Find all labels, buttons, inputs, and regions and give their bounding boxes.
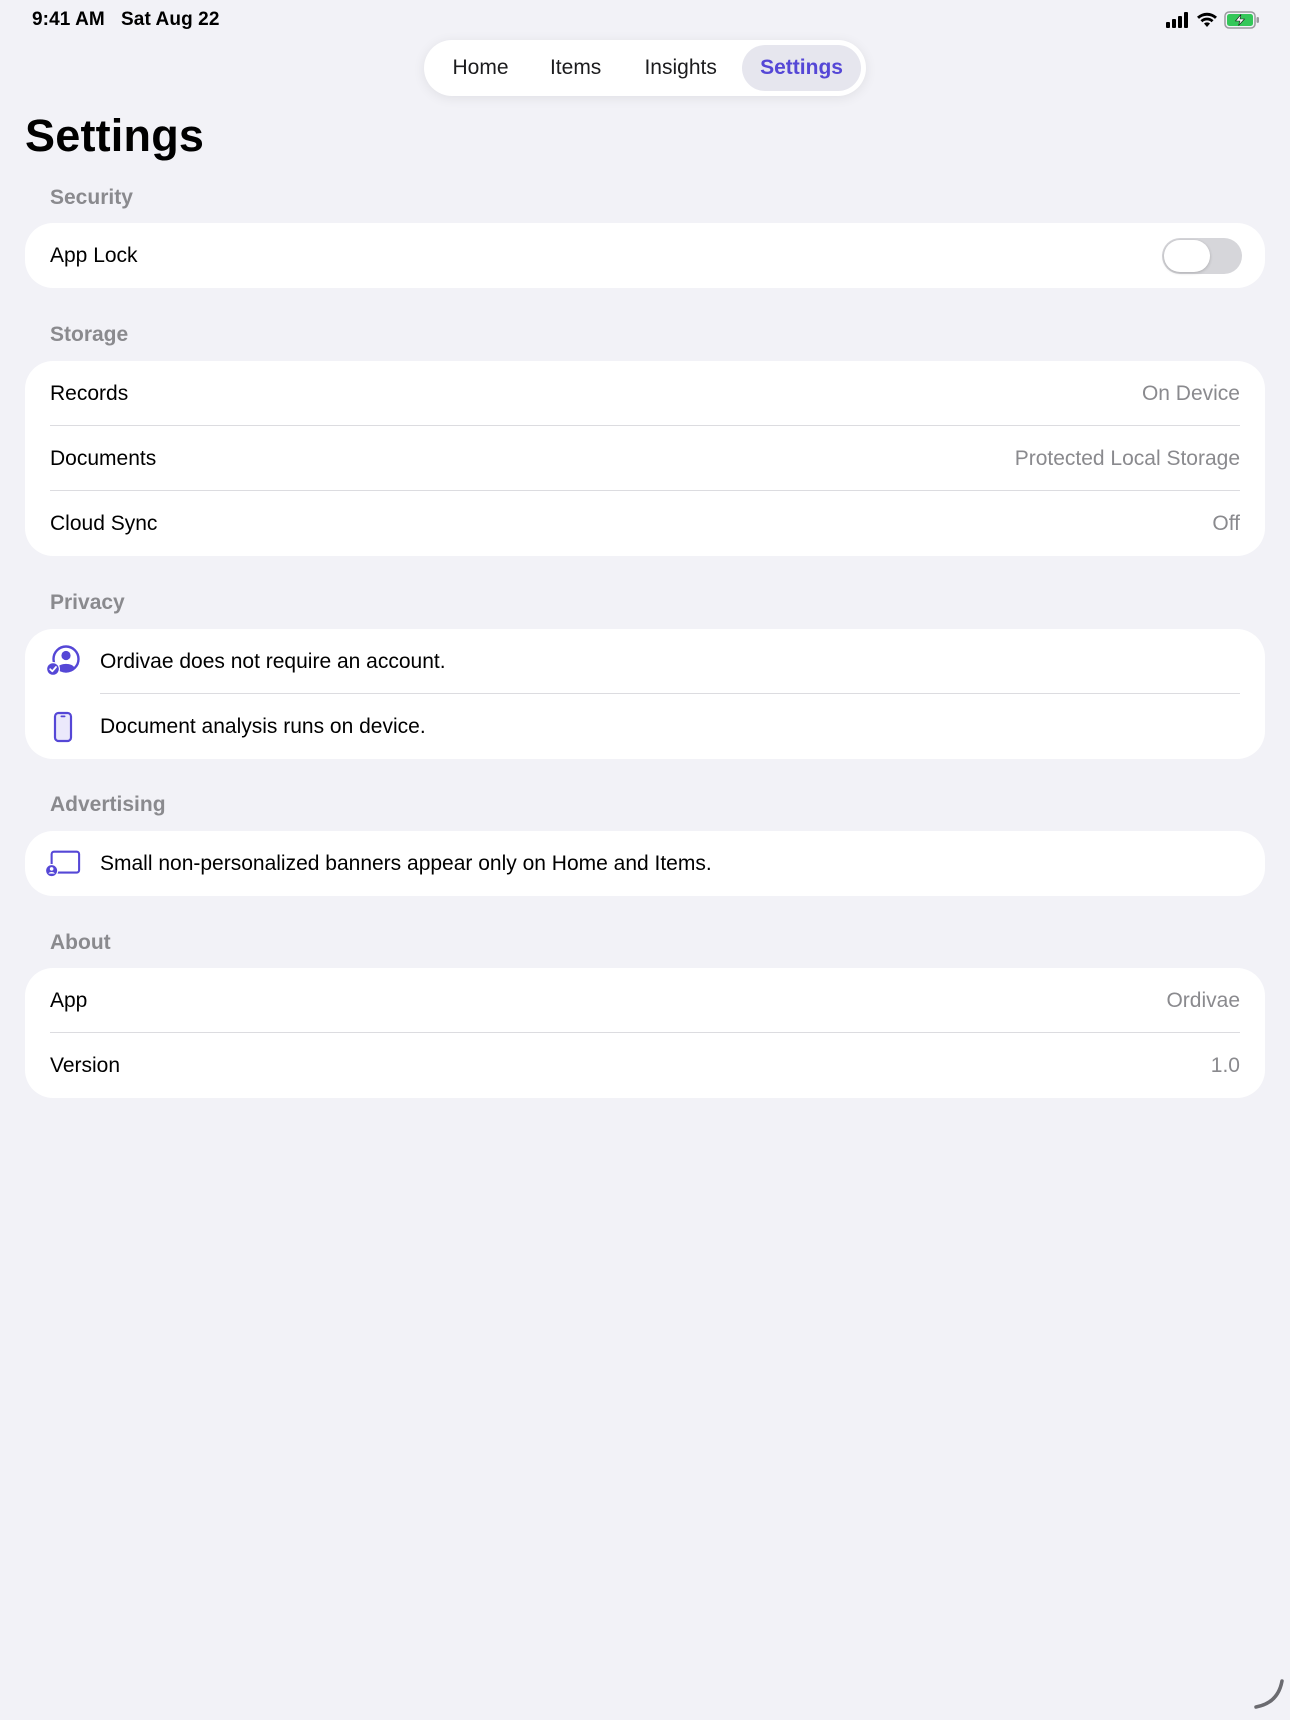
app-lock-toggle[interactable]: [1162, 237, 1242, 274]
iphone-icon: [45, 709, 81, 745]
toggle-knob: [1164, 239, 1210, 272]
status-time-clock: 9:41 AM: [32, 9, 105, 30]
battery-charging-icon: [1224, 11, 1260, 34]
row-label: App: [50, 988, 88, 1012]
row-value: On Device: [1141, 381, 1240, 405]
section-header-advertising: Advertising: [50, 793, 166, 816]
row-value: Ordivae: [1166, 988, 1240, 1012]
section-header-storage: Storage: [50, 323, 129, 346]
wifi-icon: [1196, 12, 1218, 33]
page-title: Settings: [25, 110, 205, 161]
tab-items[interactable]: Items: [532, 45, 619, 91]
status-time: 9:41 AM Sat Aug 22: [32, 9, 220, 31]
storage-row-records: Records On Device: [25, 361, 1265, 426]
section-header-about: About: [50, 931, 111, 954]
about-card: App Ordivae Version 1.0: [25, 968, 1265, 1098]
about-row-app: App Ordivae: [25, 968, 1265, 1033]
row-value: 1.0: [1210, 1053, 1240, 1077]
about-row-version: Version 1.0: [25, 1033, 1265, 1098]
status-bar: 9:41 AM Sat Aug 22: [0, 0, 1290, 40]
person-checkmark-icon: [45, 644, 81, 680]
resize-grabber-icon[interactable]: [1250, 1675, 1286, 1716]
privacy-on-device-text: Document analysis runs on device.: [100, 714, 426, 738]
display-person-icon: [45, 846, 81, 882]
advertising-banners-text: Small non-personalized banners appear on…: [100, 851, 712, 875]
tab-insights[interactable]: Insights: [619, 45, 742, 91]
row-label: Documents: [50, 446, 157, 470]
settings-screen: 9:41 AM Sat Aug 22 Home Items Insights S…: [0, 0, 1290, 1720]
app-lock-label: App Lock: [50, 243, 138, 267]
row-label: Version: [50, 1053, 121, 1077]
privacy-card: Ordivae does not require an account. Doc…: [25, 629, 1265, 759]
tab-home[interactable]: Home: [429, 45, 532, 91]
advertising-row-banners: Small non-personalized banners appear on…: [25, 831, 1265, 896]
row-label: Cloud Sync: [50, 511, 158, 535]
section-header-privacy: Privacy: [50, 591, 125, 614]
status-date: Sat Aug 22: [121, 9, 220, 30]
advertising-card: Small non-personalized banners appear on…: [25, 831, 1265, 896]
security-card: App Lock: [25, 223, 1265, 288]
tab-bar: Home Items Insights Settings: [424, 40, 866, 96]
app-lock-row: App Lock: [25, 223, 1265, 288]
storage-row-documents: Documents Protected Local Storage: [25, 426, 1265, 491]
privacy-account-text: Ordivae does not require an account.: [100, 649, 446, 673]
status-indicators: [1166, 11, 1260, 34]
row-label: Records: [50, 381, 129, 405]
section-header-security: Security: [50, 186, 133, 209]
row-value: Off: [1212, 511, 1240, 535]
cellular-signal-icon: [1166, 12, 1190, 33]
row-value: Protected Local Storage: [1014, 446, 1240, 470]
privacy-row-account: Ordivae does not require an account.: [25, 629, 1265, 694]
tab-settings[interactable]: Settings: [742, 45, 861, 91]
storage-card: Records On Device Documents Protected Lo…: [25, 361, 1265, 556]
storage-row-cloud-sync: Cloud Sync Off: [25, 491, 1265, 556]
privacy-row-on-device: Document analysis runs on device.: [25, 694, 1265, 759]
